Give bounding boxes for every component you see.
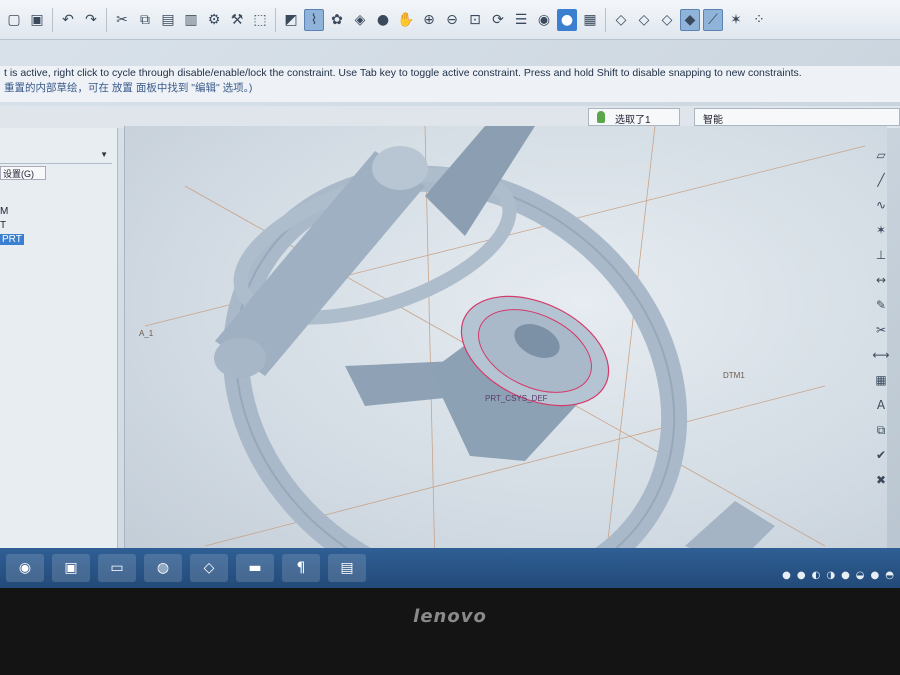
datum-label: DTM1 [723,371,745,380]
snap-icon[interactable]: ⌇ [304,8,324,31]
point-display-icon[interactable]: ◇ [657,9,677,31]
toolbar-separator [52,7,53,32]
plane-display-icon[interactable]: ◇ [611,9,631,31]
selection-filter[interactable]: 智能 [694,108,900,126]
toolbar-separator [106,7,107,32]
view-icon[interactable]: ◉ [534,9,554,31]
start-button[interactable]: ◉ [6,554,44,582]
zoom-out-icon[interactable]: ⊖ [442,9,462,31]
top-rod [425,126,535,236]
model-tree-panel: ▼ 设置(G) M T PRT [0,128,118,548]
select-box-icon[interactable]: ⬚ [250,9,270,31]
text-icon[interactable]: A [873,396,889,414]
explorer-icon[interactable]: ▣ [52,554,90,582]
palette-icon[interactable]: ▦ [873,371,889,389]
pan-icon[interactable]: ✋ [396,9,416,31]
lightbulb-icon [597,111,605,123]
display-style-icon[interactable]: ✿ [327,9,347,31]
save-icon[interactable]: ▣ [27,9,47,31]
filter-value: 智能 [703,115,723,126]
cancel-icon[interactable]: ✖ [873,471,889,489]
main-toolbar: ▢ ▣ ↶ ↷ ✂ ⧉ ▤ ▥ ⚙ ⚒ ⬚ ◩ ⌇ ✿ ◈ ● ✋ ⊕ ⊖ ⊡ … [0,0,900,40]
paste-special-icon[interactable]: ▥ [181,9,201,31]
zoom-in-icon[interactable]: ⊕ [419,9,439,31]
mirror-icon[interactable]: ⟷ [872,346,889,364]
folder-icon[interactable]: ▭ [98,554,136,582]
brand-logo: lenovo [413,606,487,627]
tree-item[interactable]: M [0,206,8,217]
layers-icon[interactable]: ☰ [511,9,531,31]
open-icon[interactable]: ▢ [4,9,24,31]
offset-icon[interactable]: ⧉ [873,421,889,439]
datum-axis-icon[interactable]: ✶ [726,9,746,31]
tree-settings-label: 设置(G) [3,169,34,179]
annotation-display-icon[interactable]: ⟋ [703,8,723,31]
chevron-down-icon: ▼ [100,150,108,159]
taskbar: ◉ ▣ ▭ ◍ ◇ ▬ ¶ ▤ ● ● ◐ ◑ ● ◒ ● ◓ [0,548,900,588]
sphere-icon[interactable]: ● [373,9,393,31]
refit-icon[interactable]: ⊡ [465,9,485,31]
terminal-icon[interactable]: ▬ [236,554,274,582]
regenerate-icon[interactable]: ⚙ [204,9,224,31]
tree-settings-button[interactable]: 设置(G) [0,166,46,180]
selection-status: 选取了1 [588,108,680,126]
dimension-icon[interactable]: ↔ [873,271,889,289]
spline-icon[interactable]: ∿ [873,196,889,214]
tree-item-selected[interactable]: PRT [0,234,24,245]
csys-display-icon[interactable]: ◆ [680,8,700,31]
selection-label: 选取了1 [615,115,651,126]
tray-icon[interactable]: ◐ [812,570,821,581]
point-icon[interactable]: ✶ [873,221,889,239]
manager-icon[interactable]: ● [557,8,577,31]
status-row: 选取了1 智能 [0,106,900,128]
datum-point-icon[interactable]: ⁘ [749,9,769,31]
pdf-icon[interactable]: ¶ [282,554,320,582]
tray-icon[interactable]: ◑ [826,570,835,581]
rectangle-icon[interactable]: ▱ [873,146,889,164]
notepad-icon[interactable]: ▤ [328,554,366,582]
undo-icon[interactable]: ↶ [58,9,78,31]
copy-icon[interactable]: ⧉ [135,9,155,31]
spin-center-icon[interactable]: ⟳ [488,9,508,31]
message-area: t is active, right click to cycle throug… [0,66,900,102]
tray-icon[interactable]: ● [871,570,880,581]
toolbar-separator [605,7,606,32]
check-icon[interactable]: ✔ [873,446,889,464]
graphics-viewport[interactable]: PRT_CSYS_DEF DTM1 A_1 [124,126,887,566]
orient-icon[interactable]: ◩ [281,9,301,31]
toolbar-separator [275,7,276,32]
view-manager-icon[interactable]: ▦ [580,9,600,31]
message-line-2: 重置的内部草绘，可在 放置 面板中找到 "编辑" 选项。) [4,82,253,94]
tray-icon[interactable]: ◓ [885,570,894,581]
screen: ▢ ▣ ↶ ↷ ✂ ⧉ ▤ ▥ ⚙ ⚒ ⬚ ◩ ⌇ ✿ ◈ ● ✋ ⊕ ⊖ ⊡ … [0,0,900,600]
paste-icon[interactable]: ▤ [158,9,178,31]
csys-label: PRT_CSYS_DEF [485,394,548,403]
laptop-bezel [0,588,900,675]
tray-icon[interactable]: ◒ [856,570,865,581]
axis-label: A_1 [139,329,154,338]
message-line-1: t is active, right click to cycle throug… [4,67,802,79]
line-icon[interactable]: ╱ [873,171,889,189]
tray-icon[interactable]: ● [797,570,806,581]
creo-icon[interactable]: ◇ [190,554,228,582]
tree-item[interactable]: T [0,220,6,231]
tray-icon[interactable]: ● [841,570,850,581]
media-icon[interactable]: ◍ [144,554,182,582]
model-scene: PRT_CSYS_DEF DTM1 A_1 [139,126,866,566]
system-tray: ● ● ◐ ◑ ● ◒ ● ◓ [782,570,894,581]
cut-icon[interactable]: ✂ [112,9,132,31]
tray-icon[interactable]: ● [782,570,791,581]
trim-icon[interactable]: ✂ [873,321,889,339]
constraint-icon[interactable]: ⊥ [873,246,889,264]
redo-icon[interactable]: ↷ [81,9,101,31]
hub [430,295,610,461]
right-toolbar: ▱ ╱ ∿ ✶ ⊥ ↔ ✎ ✂ ⟷ ▦ A ⧉ ✔ ✖ [862,140,900,570]
repaint-icon[interactable]: ⚒ [227,9,247,31]
axis-display-icon[interactable]: ◇ [634,9,654,31]
model-tree-dropdown[interactable]: ▼ [0,150,112,164]
appearance-icon[interactable]: ◈ [350,9,370,31]
modify-icon[interactable]: ✎ [873,296,889,314]
